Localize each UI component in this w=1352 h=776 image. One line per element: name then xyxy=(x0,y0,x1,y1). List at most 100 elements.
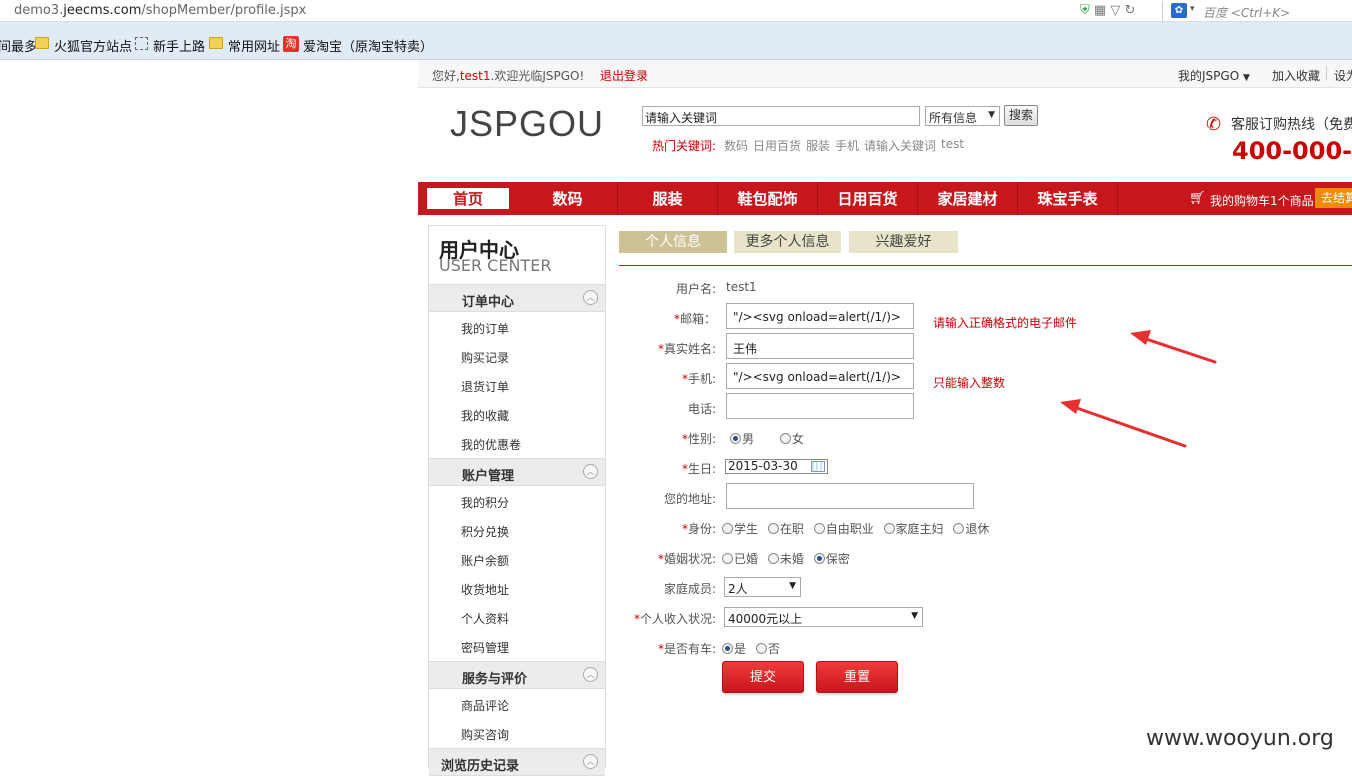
search-scope-select[interactable]: 所有信息 ▼ xyxy=(925,106,1000,126)
hot-keyword[interactable]: 请输入关键词 xyxy=(864,137,936,154)
hot-keyword[interactable]: 数码 xyxy=(724,137,748,154)
sidebar-group-label: 账户管理 xyxy=(462,469,515,484)
nav-daily[interactable]: 日用百货 xyxy=(818,182,918,215)
income-select[interactable]: 40000元以上 ▼ xyxy=(724,607,923,627)
url-text[interactable]: demo3.jeecms.com/shopMember/profile.jspx xyxy=(14,3,306,18)
identity-option-freelance[interactable]: 自由职业 xyxy=(813,520,874,537)
gender-option-female[interactable]: 女 xyxy=(779,430,804,447)
sidebar-group-service[interactable]: 服务与评价 ︿ xyxy=(429,661,605,689)
sidebar-item-favorites[interactable]: 我的收藏 xyxy=(461,407,509,424)
sidebar-group-orders[interactable]: 订单中心 ︿ xyxy=(429,284,605,312)
sidebar-item-coupons[interactable]: 我的优惠卷 xyxy=(461,436,521,453)
browser-search-placeholder[interactable]: 百度 <Ctrl+K> xyxy=(1203,4,1290,21)
set-homepage-link[interactable]: 设为 xyxy=(1334,67,1352,84)
bookmark-firefox-site[interactable]: 火狐官方站点 xyxy=(54,36,132,55)
paw-icon[interactable]: ✿ xyxy=(1171,3,1187,18)
radio[interactable] xyxy=(813,523,825,534)
mobile-field[interactable]: "/><svg onload=alert(/1/)> xyxy=(726,363,914,389)
nav-jewelry[interactable]: 珠宝手表 xyxy=(1018,182,1118,215)
sidebar-item-address[interactable]: 收货地址 xyxy=(461,581,509,598)
nav-clothing[interactable]: 服装 xyxy=(618,182,718,215)
collapse-icon[interactable]: ︿ xyxy=(583,667,598,682)
radio-checked[interactable] xyxy=(813,553,825,564)
sidebar-item-inquiries[interactable]: 购买咨询 xyxy=(461,726,509,743)
tab-more-info[interactable]: 更多个人信息 xyxy=(734,231,841,253)
radio[interactable] xyxy=(755,643,767,654)
phone-field[interactable] xyxy=(726,393,914,419)
radio[interactable] xyxy=(722,553,733,564)
collapse-icon[interactable]: ︿ xyxy=(583,754,598,769)
hot-keyword[interactable]: 日用百货 xyxy=(753,137,801,154)
car-option-no[interactable]: 否 xyxy=(755,640,780,657)
birthday-field[interactable]: 2015-03-30 xyxy=(725,459,828,474)
family-select[interactable]: 2人 ▼ xyxy=(724,577,801,597)
submit-button[interactable]: 提交 xyxy=(722,661,804,693)
sidebar-item-points-exchange[interactable]: 积分兑换 xyxy=(461,523,509,540)
collapse-icon[interactable]: ︿ xyxy=(583,290,598,305)
search-button[interactable]: 搜索 xyxy=(1004,105,1038,126)
sidebar-item-balance[interactable]: 账户余额 xyxy=(461,552,509,569)
sidebar-item-points[interactable]: 我的积分 xyxy=(461,494,509,511)
hot-keyword[interactable]: 手机 xyxy=(835,137,859,154)
collapse-icon[interactable]: ︿ xyxy=(583,464,598,479)
sidebar-item-return-orders[interactable]: 退货订单 xyxy=(461,378,509,395)
radio[interactable] xyxy=(953,523,965,534)
sidebar-group-account[interactable]: 账户管理 ︿ xyxy=(429,458,605,486)
car-option-yes[interactable]: 是 xyxy=(722,640,746,657)
checkout-button[interactable]: 去结算 xyxy=(1315,188,1352,208)
nav-bags[interactable]: 鞋包配饰 xyxy=(718,182,818,215)
bookmark-aitaobao[interactable]: 爱淘宝（原淘宝特卖） xyxy=(303,36,433,55)
shield-icon[interactable]: ⛨ xyxy=(1080,3,1090,18)
calendar-icon[interactable] xyxy=(811,461,825,472)
username-link[interactable]: test1 xyxy=(460,69,491,83)
browser-search-box[interactable]: ✿ ▾ 百度 <Ctrl+K> xyxy=(1162,1,1352,21)
sidebar-group-history[interactable]: 浏览历史记录 ︿ xyxy=(429,748,605,776)
nav-digital[interactable]: 数码 xyxy=(518,182,618,215)
address-bar[interactable]: demo3.jeecms.com/shopMember/profile.jspx… xyxy=(0,0,1352,22)
hot-keyword[interactable]: 服装 xyxy=(806,137,830,154)
email-field[interactable]: "/><svg onload=alert(/1/)> xyxy=(726,303,914,329)
radio[interactable] xyxy=(767,553,779,564)
marital-option-married[interactable]: 已婚 xyxy=(722,550,758,567)
cart-summary[interactable]: 我的购物车1个商品 xyxy=(1210,192,1314,209)
radio[interactable] xyxy=(722,523,733,534)
nav-home[interactable]: 首页 xyxy=(427,188,509,209)
cart-icon[interactable]: 🛒︎ xyxy=(1189,191,1206,206)
realname-field[interactable]: 王伟 xyxy=(726,333,914,359)
radio[interactable] xyxy=(883,523,895,534)
logout-link[interactable]: 退出登录 xyxy=(600,67,648,84)
keyword-search-input[interactable]: 请输入关键词 xyxy=(642,106,920,126)
radio[interactable] xyxy=(779,433,791,444)
tab-personal-info[interactable]: 个人信息 xyxy=(619,231,727,253)
sidebar-item-my-orders[interactable]: 我的订单 xyxy=(461,320,509,337)
identity-option-homemaker[interactable]: 家庭主妇 xyxy=(883,520,944,537)
sidebar-item-reviews[interactable]: 商品评论 xyxy=(461,697,509,714)
radio[interactable] xyxy=(767,523,779,534)
address-field[interactable] xyxy=(726,483,974,509)
radio-checked[interactable] xyxy=(730,433,741,444)
marital-option-single[interactable]: 未婚 xyxy=(767,550,804,567)
nav-home-building[interactable]: 家居建材 xyxy=(918,182,1018,215)
reset-button[interactable]: 重置 xyxy=(816,661,898,693)
chevron-down-icon[interactable]: ▾ xyxy=(1190,4,1195,14)
gender-option-male[interactable]: 男 xyxy=(730,430,754,447)
my-jspgo-menu[interactable]: 我的JSPGO ▼ xyxy=(1178,67,1250,84)
identity-option-employed[interactable]: 在职 xyxy=(767,520,804,537)
reload-icon[interactable]: ↻ xyxy=(1124,3,1135,18)
dropdown-arrow-icon[interactable]: ▽ xyxy=(1110,3,1120,18)
bookmark-getting-started[interactable]: 新手上路 xyxy=(153,36,205,55)
sidebar-item-purchase-records[interactable]: 购买记录 xyxy=(461,349,509,366)
hot-keyword[interactable]: test xyxy=(941,137,964,151)
site-logo[interactable]: JSPGOU xyxy=(450,103,604,145)
sidebar-item-password[interactable]: 密码管理 xyxy=(461,639,509,656)
bookmark-most-visited[interactable]: 间最多 xyxy=(0,36,37,55)
qr-code-icon[interactable]: ▦ xyxy=(1094,3,1106,18)
radio-checked[interactable] xyxy=(722,643,733,654)
marital-option-private[interactable]: 保密 xyxy=(813,550,850,567)
identity-option-retired[interactable]: 退休 xyxy=(953,520,989,537)
bookmark-common-sites[interactable]: 常用网址 xyxy=(228,36,280,55)
tab-interests[interactable]: 兴趣爱好 xyxy=(849,231,958,253)
add-favorite-link[interactable]: 加入收藏 xyxy=(1272,67,1320,84)
sidebar-item-profile[interactable]: 个人资料 xyxy=(461,610,509,627)
identity-option-student[interactable]: 学生 xyxy=(722,520,758,537)
